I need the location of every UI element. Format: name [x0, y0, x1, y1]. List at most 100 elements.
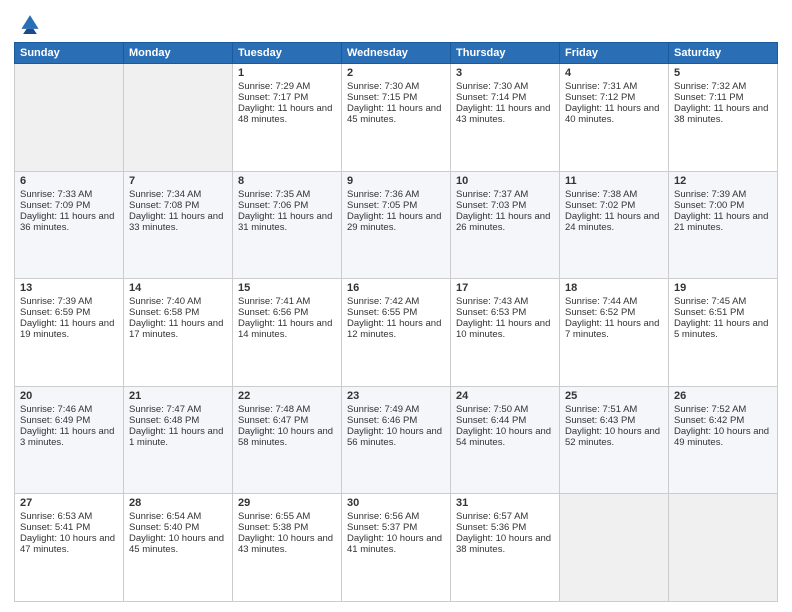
sunrise-text: Sunrise: 6:56 AM — [347, 511, 445, 522]
calendar-day-header: Wednesday — [342, 43, 451, 64]
day-number: 29 — [238, 497, 336, 509]
calendar-cell: 23Sunrise: 7:49 AMSunset: 6:46 PMDayligh… — [342, 386, 451, 494]
daylight-text: Daylight: 10 hours and 54 minutes. — [456, 426, 554, 448]
daylight-text: Daylight: 11 hours and 3 minutes. — [20, 426, 118, 448]
day-number: 15 — [238, 282, 336, 294]
day-number: 5 — [674, 67, 772, 79]
calendar-cell: 9Sunrise: 7:36 AMSunset: 7:05 PMDaylight… — [342, 171, 451, 279]
calendar-week-row: 27Sunrise: 6:53 AMSunset: 5:41 PMDayligh… — [15, 494, 778, 602]
sunset-text: Sunset: 6:46 PM — [347, 415, 445, 426]
day-number: 28 — [129, 497, 227, 509]
calendar-cell: 17Sunrise: 7:43 AMSunset: 6:53 PMDayligh… — [451, 279, 560, 387]
calendar-cell: 29Sunrise: 6:55 AMSunset: 5:38 PMDayligh… — [233, 494, 342, 602]
day-number: 4 — [565, 67, 663, 79]
calendar-day-header: Thursday — [451, 43, 560, 64]
sunrise-text: Sunrise: 7:30 AM — [347, 81, 445, 92]
daylight-text: Daylight: 11 hours and 31 minutes. — [238, 211, 336, 233]
sunrise-text: Sunrise: 7:38 AM — [565, 189, 663, 200]
calendar-header-row: SundayMondayTuesdayWednesdayThursdayFrid… — [15, 43, 778, 64]
daylight-text: Daylight: 11 hours and 24 minutes. — [565, 211, 663, 233]
daylight-text: Daylight: 10 hours and 45 minutes. — [129, 533, 227, 555]
calendar-cell: 8Sunrise: 7:35 AMSunset: 7:06 PMDaylight… — [233, 171, 342, 279]
calendar-cell: 11Sunrise: 7:38 AMSunset: 7:02 PMDayligh… — [560, 171, 669, 279]
sunset-text: Sunset: 6:43 PM — [565, 415, 663, 426]
calendar-cell: 6Sunrise: 7:33 AMSunset: 7:09 PMDaylight… — [15, 171, 124, 279]
sunset-text: Sunset: 6:48 PM — [129, 415, 227, 426]
calendar-cell: 26Sunrise: 7:52 AMSunset: 6:42 PMDayligh… — [669, 386, 778, 494]
daylight-text: Daylight: 11 hours and 17 minutes. — [129, 318, 227, 340]
sunset-text: Sunset: 6:52 PM — [565, 307, 663, 318]
calendar-cell: 21Sunrise: 7:47 AMSunset: 6:48 PMDayligh… — [124, 386, 233, 494]
logo — [14, 10, 42, 34]
sunset-text: Sunset: 5:37 PM — [347, 522, 445, 533]
sunrise-text: Sunrise: 7:43 AM — [456, 296, 554, 307]
sunrise-text: Sunrise: 7:29 AM — [238, 81, 336, 92]
sunset-text: Sunset: 6:44 PM — [456, 415, 554, 426]
day-number: 10 — [456, 175, 554, 187]
daylight-text: Daylight: 10 hours and 49 minutes. — [674, 426, 772, 448]
calendar-week-row: 13Sunrise: 7:39 AMSunset: 6:59 PMDayligh… — [15, 279, 778, 387]
calendar-week-row: 20Sunrise: 7:46 AMSunset: 6:49 PMDayligh… — [15, 386, 778, 494]
calendar-cell: 13Sunrise: 7:39 AMSunset: 6:59 PMDayligh… — [15, 279, 124, 387]
daylight-text: Daylight: 10 hours and 52 minutes. — [565, 426, 663, 448]
sunset-text: Sunset: 6:59 PM — [20, 307, 118, 318]
calendar-day-header: Saturday — [669, 43, 778, 64]
sunset-text: Sunset: 7:03 PM — [456, 200, 554, 211]
daylight-text: Daylight: 10 hours and 43 minutes. — [238, 533, 336, 555]
day-number: 23 — [347, 390, 445, 402]
sunset-text: Sunset: 5:36 PM — [456, 522, 554, 533]
sunrise-text: Sunrise: 7:33 AM — [20, 189, 118, 200]
daylight-text: Daylight: 11 hours and 33 minutes. — [129, 211, 227, 233]
sunset-text: Sunset: 7:02 PM — [565, 200, 663, 211]
sunrise-text: Sunrise: 7:39 AM — [674, 189, 772, 200]
calendar-cell: 18Sunrise: 7:44 AMSunset: 6:52 PMDayligh… — [560, 279, 669, 387]
day-number: 17 — [456, 282, 554, 294]
calendar-cell: 3Sunrise: 7:30 AMSunset: 7:14 PMDaylight… — [451, 64, 560, 172]
calendar-cell: 4Sunrise: 7:31 AMSunset: 7:12 PMDaylight… — [560, 64, 669, 172]
calendar-cell: 28 Sunrise: 6:54 AMSunset: 5:40 PMDayligh… — [124, 494, 233, 602]
sunset-text: Sunset: 6:51 PM — [674, 307, 772, 318]
calendar-day-header: Tuesday — [233, 43, 342, 64]
sunset-text: Sunset: 7:12 PM — [565, 92, 663, 103]
calendar-cell — [560, 494, 669, 602]
sunset-text: Sunset: 7:11 PM — [674, 92, 772, 103]
sunrise-text: Sunrise: 7:50 AM — [456, 404, 554, 415]
sunrise-text: Sunrise: 7:31 AM — [565, 81, 663, 92]
daylight-text: Daylight: 11 hours and 43 minutes. — [456, 103, 554, 125]
calendar-cell: 19Sunrise: 7:45 AMSunset: 6:51 PMDayligh… — [669, 279, 778, 387]
daylight-text: Daylight: 11 hours and 29 minutes. — [347, 211, 445, 233]
day-number: 9 — [347, 175, 445, 187]
sunrise-text: Sunrise: 7:42 AM — [347, 296, 445, 307]
calendar-cell — [124, 64, 233, 172]
sunrise-text: Sunrise: 7:39 AM — [20, 296, 118, 307]
sunset-text: Sunset: 7:09 PM — [20, 200, 118, 211]
calendar-week-row: 6Sunrise: 7:33 AMSunset: 7:09 PMDaylight… — [15, 171, 778, 279]
sunset-text: Sunset: 6:47 PM — [238, 415, 336, 426]
sunrise-text: Sunrise: 7:34 AM — [129, 189, 227, 200]
daylight-text: Daylight: 11 hours and 14 minutes. — [238, 318, 336, 340]
sunset-text: Sunset: 6:56 PM — [238, 307, 336, 318]
sunrise-text: Sunrise: 7:30 AM — [456, 81, 554, 92]
daylight-text: Daylight: 11 hours and 45 minutes. — [347, 103, 445, 125]
sunset-text: Sunset: 7:00 PM — [674, 200, 772, 211]
sunrise-text: Sunrise: 7:46 AM — [20, 404, 118, 415]
sunrise-text: Sunrise: 6:54 AM — [129, 511, 227, 522]
calendar-cell: 20Sunrise: 7:46 AMSunset: 6:49 PMDayligh… — [15, 386, 124, 494]
sunset-text: Sunset: 7:08 PM — [129, 200, 227, 211]
sunset-text: Sunset: 5:41 PM — [20, 522, 118, 533]
sunset-text: Sunset: 7:14 PM — [456, 92, 554, 103]
day-number: 24 — [456, 390, 554, 402]
header — [14, 10, 778, 34]
daylight-text: Daylight: 11 hours and 12 minutes. — [347, 318, 445, 340]
day-number: 12 — [674, 175, 772, 187]
calendar-cell: 7Sunrise: 7:34 AMSunset: 7:08 PMDaylight… — [124, 171, 233, 279]
logo-icon — [18, 10, 42, 34]
day-number: 2 — [347, 67, 445, 79]
day-number: 27 — [20, 497, 118, 509]
calendar-cell: 22Sunrise: 7:48 AMSunset: 6:47 PMDayligh… — [233, 386, 342, 494]
sunrise-text: Sunrise: 6:55 AM — [238, 511, 336, 522]
sunset-text: Sunset: 5:40 PM — [129, 522, 227, 533]
sunset-text: Sunset: 7:05 PM — [347, 200, 445, 211]
daylight-text: Daylight: 11 hours and 10 minutes. — [456, 318, 554, 340]
calendar-cell: 14Sunrise: 7:40 AMSunset: 6:58 PMDayligh… — [124, 279, 233, 387]
